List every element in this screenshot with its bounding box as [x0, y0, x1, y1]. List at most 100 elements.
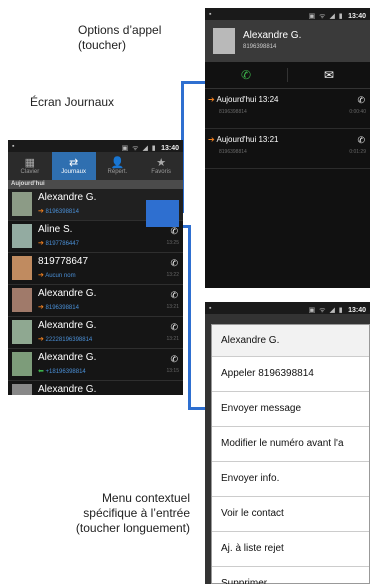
avatar: [12, 352, 32, 376]
tab-clavier[interactable]: ▦ Clavier: [8, 152, 52, 180]
connector-line: [181, 81, 205, 84]
tab-label: Clavier: [20, 169, 40, 175]
notification-icon: ▪: [209, 10, 213, 18]
context-menu-screen: ▪ ▣ ᯤ ◢ ▮ 13:40 Alexandre G. Appeler 819…: [205, 302, 370, 584]
call-duration: 0:00:40: [349, 109, 366, 115]
phone-icon[interactable]: ✆: [170, 226, 178, 237]
status-icons: ▣ ᯤ ◢ ▮: [308, 13, 344, 20]
contact-icon: 👤: [110, 157, 125, 169]
tab-label: Journaux: [61, 169, 86, 175]
tab-journaux[interactable]: ⇄ Journaux: [51, 152, 96, 180]
status-bar: ▪ ▣ ᯤ ◢ ▮ 13:40: [205, 8, 370, 20]
log-row[interactable]: 819778647 ➔ Aucun nom ✆ 13:22: [8, 253, 183, 285]
outgoing-arrow-icon: ➔: [38, 272, 44, 279]
envelope-icon: ✉: [323, 68, 335, 82]
status-time: 13:40: [348, 13, 366, 20]
tab-repertoire[interactable]: 👤 Répert.: [96, 152, 140, 180]
logs-icon: ⇄: [69, 157, 79, 169]
contact-number: ➔ 22228196398814: [38, 336, 93, 343]
avatar: [12, 320, 32, 344]
avatar: [12, 224, 32, 248]
status-bar: ▪ ▣ ᯤ ◢ ▮ 13:40: [8, 140, 183, 152]
avatar: [12, 288, 32, 312]
phone-icon[interactable]: ✆: [357, 135, 365, 146]
call-number: 8196398814: [219, 149, 247, 155]
notification-icon: ▪: [209, 304, 213, 312]
avatar: [12, 192, 32, 216]
phone-icon: ✆: [240, 68, 252, 82]
contact-name: Aline S.: [38, 224, 73, 235]
phone-icon[interactable]: ✆: [170, 258, 178, 269]
message-button[interactable]: ✉: [288, 62, 370, 88]
status-bar: ▪ ▣ ᯤ ◢ ▮ 13:40: [205, 302, 370, 314]
contact-number: ➔ 8196398814: [38, 208, 79, 215]
call-entry[interactable]: ➔ Aujourd'hui 13:21 8196398814 ✆ 0:01:29: [205, 129, 370, 169]
log-row[interactable]: Alexandre G. ➔ 8196398814 ✆ 13:21: [8, 285, 183, 317]
outgoing-arrow-icon: ➔: [38, 208, 44, 215]
incoming-arrow-icon: ⬅: [38, 368, 44, 375]
menu-item-envoyer-message[interactable]: Envoyer message: [212, 392, 369, 427]
selected-indicator: [146, 200, 179, 227]
call-entry[interactable]: ➔ Aujourd'hui 13:24 8196398814 ✆ 0:00:40: [205, 89, 370, 129]
menu-title: Alexandre G.: [212, 325, 369, 357]
contact-name: Alexandre G.: [38, 384, 97, 395]
call-time: 13:21: [166, 304, 179, 310]
outgoing-arrow-icon: ➔: [208, 135, 215, 144]
status-time: 13:40: [161, 145, 179, 152]
call-datetime: ➔ Aujourd'hui 13:24: [208, 95, 279, 104]
call-options-screen: ▪ ▣ ᯤ ◢ ▮ 13:40 Alexandre G. 8196398814 …: [205, 8, 370, 288]
call-time: 13:15: [166, 368, 179, 374]
menu-item-supprimer[interactable]: Supprimer: [212, 567, 369, 584]
context-menu: Alexandre G. Appeler 8196398814 Envoyer …: [211, 324, 370, 584]
caption-ecran-journaux: Écran Journaux: [30, 95, 115, 109]
caption-options-appel: Options d’appel (toucher): [78, 23, 162, 52]
outgoing-arrow-icon: ➔: [208, 95, 215, 104]
call-time: 13:25: [166, 240, 179, 246]
tab-label: Répert.: [107, 169, 128, 175]
phone-icon[interactable]: ✆: [170, 322, 178, 333]
caption-menu-contextuel: Menu contextuel spécifique à l’entrée (t…: [75, 491, 190, 535]
contact-number: ➔ 8196398814: [38, 304, 79, 311]
action-bar: ✆ ✉: [205, 62, 370, 89]
contact-name: 819778647: [38, 256, 89, 267]
call-duration: 0:01:29: [349, 149, 366, 155]
star-icon: ★: [156, 157, 167, 169]
menu-item-voir-contact[interactable]: Voir le contact: [212, 497, 369, 532]
logs-screen: ▪ ▣ ᯤ ◢ ▮ 13:40 ▦ Clavier ⇄ Journaux 👤 Répe…: [8, 140, 183, 395]
avatar: [12, 384, 32, 395]
contact-header: Alexandre G. 8196398814: [205, 20, 370, 62]
keypad-icon: ▦: [24, 157, 36, 169]
tab-label: Favoris: [151, 169, 171, 175]
call-button[interactable]: ✆: [205, 62, 287, 88]
contact-name: Alexandre G.: [38, 352, 97, 363]
connector-line: [188, 225, 191, 410]
call-time: 13:22: [166, 272, 179, 278]
outgoing-arrow-icon: ➔: [38, 240, 44, 247]
status-icons: ▣ ᯤ ◢ ▮: [121, 145, 157, 152]
outgoing-arrow-icon: ➔: [38, 336, 44, 343]
status-icons: ▣ ᯤ ◢ ▮: [308, 307, 344, 314]
menu-item-envoyer-info[interactable]: Envoyer info.: [212, 462, 369, 497]
contact-name: Alexandre G.: [38, 288, 97, 299]
phone-icon[interactable]: ✆: [170, 354, 178, 365]
menu-item-modifier-numero[interactable]: Modifier le numéro avant l'a: [212, 427, 369, 462]
notification-icon: ▪: [12, 142, 16, 150]
contact-number: ⬅ +18196398814: [38, 368, 86, 375]
menu-item-appeler[interactable]: Appeler 8196398814: [212, 357, 369, 392]
avatar: [213, 28, 235, 54]
tab-favoris[interactable]: ★ Favoris: [139, 152, 183, 180]
tab-bar: ▦ Clavier ⇄ Journaux 👤 Répert. ★ Favoris: [8, 152, 183, 180]
outgoing-arrow-icon: ➔: [38, 304, 44, 311]
menu-item-liste-rejet[interactable]: Aj. à liste rejet: [212, 532, 369, 567]
log-row[interactable]: Alexandre G.: [8, 381, 183, 395]
call-time: 13:21: [166, 336, 179, 342]
section-header: Aujourd’hui: [8, 180, 183, 189]
phone-icon[interactable]: ✆: [357, 95, 365, 106]
log-row[interactable]: Alexandre G. ⬅ +18196398814 ✆ 13:15: [8, 349, 183, 381]
call-datetime: ➔ Aujourd'hui 13:21: [208, 135, 279, 144]
phone-icon[interactable]: ✆: [170, 290, 178, 301]
contact-number: ➔ 8197786447: [38, 240, 79, 247]
log-row[interactable]: Alexandre G. ➔ 22228196398814 ✆ 13:21: [8, 317, 183, 349]
status-time: 13:40: [348, 307, 366, 314]
call-number: 8196398814: [219, 109, 247, 115]
